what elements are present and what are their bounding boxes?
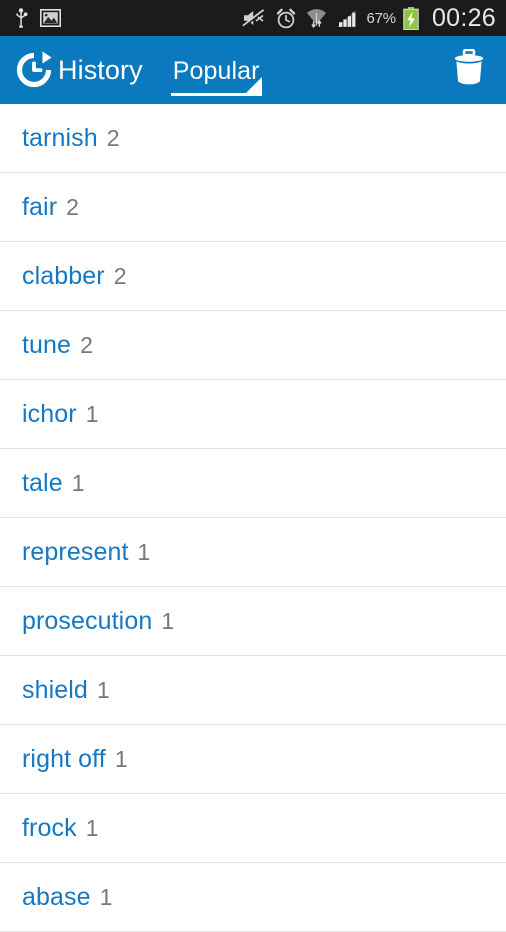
list-item-word: fair [22, 192, 58, 221]
tab-indicator-underline [170, 93, 262, 96]
list-item[interactable]: prosecution 1 [0, 587, 506, 656]
battery-charging-icon [403, 6, 419, 30]
list-item-count: 1 [85, 814, 99, 841]
popular-words-list[interactable]: tarnish 2 fair 2 clabber 2 tune 2 ichor 1 tale 1 rep… [0, 104, 506, 932]
list-item-count: 2 [80, 331, 93, 358]
clear-history-button[interactable] [446, 47, 492, 93]
list-item-word: tale [22, 468, 63, 497]
list-item[interactable]: abase 1 [0, 863, 506, 932]
list-item[interactable]: tale 1 [0, 449, 506, 518]
status-bar: 67% 00:26 [0, 0, 506, 36]
mute-icon [241, 8, 266, 29]
list-item[interactable]: right off 1 [0, 725, 506, 794]
list-item[interactable]: tune 2 [0, 311, 506, 380]
status-bar-left-icons [14, 8, 61, 28]
list-item-count: 2 [113, 262, 127, 289]
list-item-count: 1 [114, 745, 128, 772]
list-item[interactable]: shield 1 [0, 656, 506, 725]
battery-percent-label: 67% [366, 9, 397, 27]
list-item-word: abase [22, 882, 91, 911]
list-item-count: 1 [161, 607, 175, 634]
list-item[interactable]: represent 1 [0, 518, 506, 587]
history-clock-icon [14, 50, 54, 90]
list-item-word: shield [22, 675, 88, 704]
list-item-count: 2 [106, 124, 120, 151]
list-item[interactable]: frock 1 [0, 794, 506, 863]
list-item[interactable]: fair 2 [0, 173, 506, 242]
list-item-count: 1 [137, 538, 151, 565]
list-item-word: tarnish [22, 123, 98, 152]
list-item-count: 1 [99, 883, 113, 910]
list-item-count: 1 [85, 400, 99, 427]
list-item[interactable]: ichor 1 [0, 380, 506, 449]
chevron-down-icon [245, 77, 262, 93]
action-bar: History Popular [0, 36, 506, 104]
trash-icon [452, 48, 486, 92]
wifi-transfer-icon [306, 8, 327, 29]
status-bar-right-icons: 67% 00:26 [241, 3, 497, 33]
list-item[interactable]: tarnish 2 [0, 104, 506, 173]
list-item-count: 2 [66, 193, 79, 220]
alarm-clock-icon [275, 8, 297, 29]
list-item-word: frock [22, 813, 77, 842]
list-item[interactable]: clabber 2 [0, 242, 506, 311]
list-item-word: prosecution [22, 606, 153, 635]
list-item-word: right off [22, 744, 106, 773]
list-item-word: ichor [22, 399, 77, 428]
status-bar-clock: 00:26 [431, 3, 496, 32]
list-item-count: 1 [96, 676, 110, 703]
tab-popular[interactable]: Popular [170, 36, 262, 104]
list-item-word: represent [22, 537, 129, 566]
list-item-word: clabber [22, 261, 105, 290]
list-item-count: 1 [71, 469, 85, 496]
usb-icon [14, 8, 28, 28]
page-title: History [58, 54, 143, 85]
list-item-word: tune [22, 330, 72, 359]
signal-bars-icon [336, 9, 358, 28]
screenshot-image-icon [40, 9, 61, 27]
